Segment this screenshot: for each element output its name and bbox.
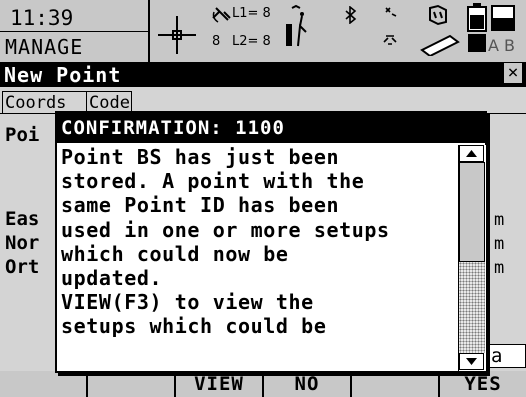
unit-label: m bbox=[494, 210, 505, 230]
memory-icon bbox=[491, 5, 515, 31]
divider bbox=[0, 31, 148, 32]
divider bbox=[148, 0, 150, 62]
scrollbar-track[interactable] bbox=[459, 262, 485, 353]
mode-label: MANAGE bbox=[5, 35, 84, 59]
bluetooth-icon bbox=[345, 6, 357, 24]
yes-button[interactable]: YES bbox=[440, 371, 526, 397]
field-label-point: Poi bbox=[5, 124, 40, 146]
scrollbar[interactable] bbox=[458, 145, 486, 371]
status-bar: 11:39 MANAGE L1= 8 8 L2= 8 A B bbox=[0, 0, 526, 64]
close-icon[interactable]: × bbox=[504, 63, 522, 83]
field-label-easting: Eas bbox=[5, 208, 40, 230]
triangle-down-icon bbox=[466, 358, 477, 365]
softkey-bar: VIEW NO YES bbox=[0, 371, 526, 397]
no-button[interactable]: NO bbox=[264, 371, 350, 397]
l2-satellites: L2= 8 bbox=[232, 34, 271, 49]
view-button[interactable]: VIEW bbox=[176, 371, 262, 397]
card-icon bbox=[420, 4, 460, 56]
scroll-up-button[interactable] bbox=[459, 145, 484, 162]
dialog-title: CONFIRMATION: 1100 bbox=[57, 113, 485, 143]
confirmation-dialog: CONFIRMATION: 1100 Point BS has just bee… bbox=[55, 111, 487, 373]
scroll-down-button[interactable] bbox=[459, 353, 484, 370]
triangle-up-icon bbox=[466, 150, 477, 157]
softkey-f2[interactable] bbox=[88, 371, 174, 397]
clock: 11:39 bbox=[10, 6, 74, 30]
antenna-icon bbox=[286, 4, 307, 47]
unit-label: m bbox=[494, 258, 505, 278]
softkey-f5[interactable] bbox=[352, 371, 438, 397]
radio-icon bbox=[383, 7, 397, 45]
unit-label: m bbox=[494, 234, 505, 254]
title-bar: New Point × bbox=[0, 62, 526, 87]
input-mode-indicator: a bbox=[486, 344, 526, 368]
field-label-ortho: Ort bbox=[5, 256, 40, 278]
field-label-northing: Nor bbox=[5, 232, 40, 254]
dialog-message: Point BS has just been stored. A point w… bbox=[61, 145, 390, 339]
satellite-icon bbox=[212, 7, 231, 23]
page-title: New Point bbox=[4, 63, 122, 87]
battery-icon bbox=[467, 3, 487, 52]
scrollbar-thumb[interactable] bbox=[459, 162, 485, 262]
softkey-f1[interactable] bbox=[0, 371, 86, 397]
ab-indicator: A B bbox=[488, 36, 516, 55]
l1-satellites: L1= 8 bbox=[232, 6, 271, 21]
crosshair-icon bbox=[158, 16, 196, 54]
satellite-count: 8 bbox=[212, 34, 221, 49]
